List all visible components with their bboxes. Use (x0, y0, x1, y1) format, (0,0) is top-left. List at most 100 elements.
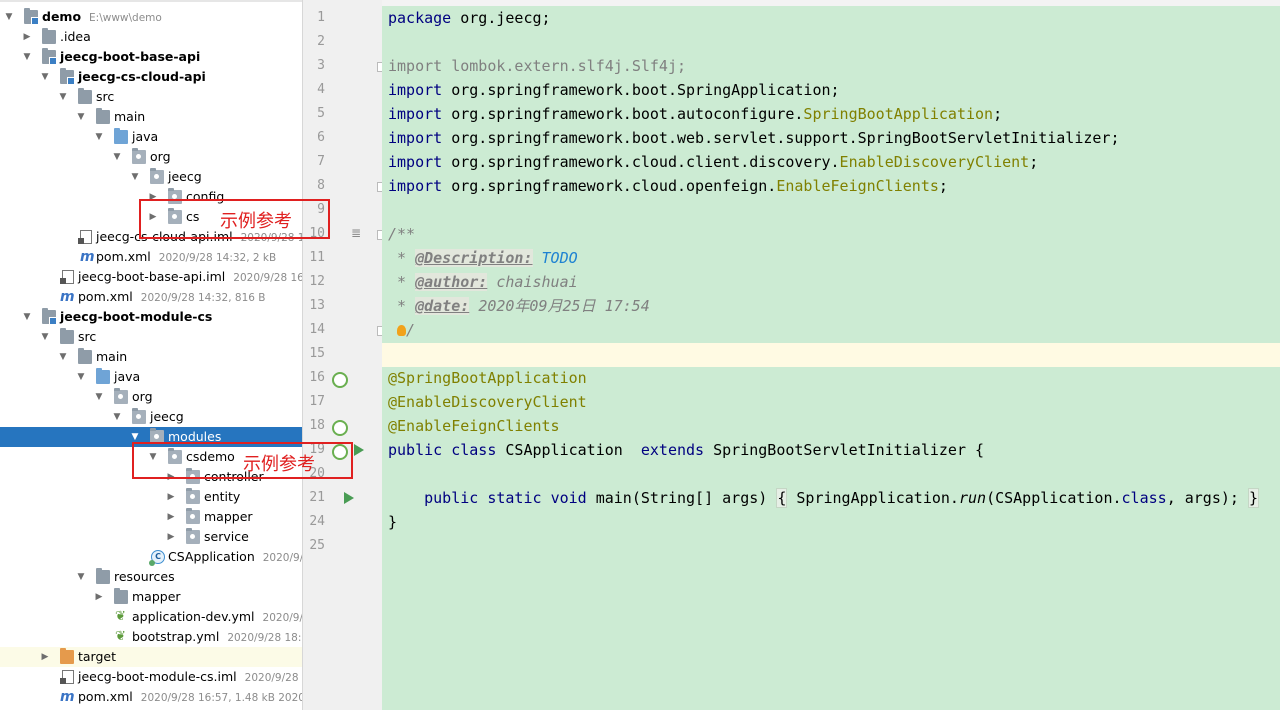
tree-row-main[interactable]: ▼ main (0, 107, 302, 127)
tree-row-pom-3[interactable]: m pom.xml 2020/9/28 16:57, 1.48 kB 2020/9… (0, 687, 302, 707)
tree-row-resources[interactable]: ▼ resources (0, 567, 302, 587)
chevron-down-icon[interactable]: ▼ (40, 67, 50, 87)
tree-row-java[interactable]: ▼ java (0, 127, 302, 147)
chevron-down-icon[interactable]: ▼ (22, 47, 32, 67)
tree-row-demo[interactable]: ▼ demo E:\www\demo (0, 7, 302, 27)
tree-row-res-mapper[interactable]: ▶ mapper (0, 587, 302, 607)
project-tree[interactable]: ▼ demo E:\www\demo ▶ .idea ▼ jeecg-boot-b… (0, 0, 303, 710)
iml-file-icon (60, 670, 74, 684)
source-folder-icon (114, 128, 128, 144)
chevron-down-icon[interactable]: ▼ (58, 347, 68, 367)
chevron-down-icon[interactable]: ▼ (4, 7, 14, 27)
line-number: 4 (317, 82, 325, 97)
keyword: static (487, 489, 542, 507)
run-icon[interactable] (354, 444, 364, 456)
tree-row-jeecg[interactable]: ▼ jeecg (0, 167, 302, 187)
doc-tag: @date: (415, 297, 470, 315)
tree-row-base-api[interactable]: ▼ jeecg-boot-base-api (0, 47, 302, 67)
chevron-down-icon[interactable]: ▼ (22, 307, 32, 327)
tree-row-module-cs[interactable]: ▼ jeecg-boot-module-cs (0, 307, 302, 327)
tree-row-csapplication[interactable]: C CSApplication 2020/9/2 (0, 547, 302, 567)
code-line-16[interactable]: @SpringBootApplication (388, 366, 587, 390)
spring-bean-icon[interactable] (332, 420, 348, 436)
tree-row-org[interactable]: ▼ org (0, 147, 302, 167)
code-line-6[interactable]: import org.springframework.boot.web.serv… (388, 126, 1120, 150)
iml-file-icon (78, 230, 92, 244)
code-line-24[interactable]: } (388, 510, 397, 534)
folded-brace[interactable]: { (776, 488, 788, 508)
tree-row-bootstrap-yml[interactable]: ❦ bootstrap.yml 2020/9/28 18:15 (0, 627, 302, 647)
tree-row-service[interactable]: ▶ service (0, 527, 302, 547)
folder-icon (42, 28, 56, 44)
tree-row-src[interactable]: ▼ src (0, 87, 302, 107)
tree-row-idea[interactable]: ▶ .idea (0, 27, 302, 47)
chevron-down-icon[interactable]: ▼ (130, 167, 140, 187)
code-line-4[interactable]: import org.springframework.boot.SpringAp… (388, 78, 840, 102)
chevron-down-icon[interactable]: ▼ (58, 87, 68, 107)
tree-row-src-2[interactable]: ▼ src (0, 327, 302, 347)
chevron-down-icon[interactable]: ▼ (94, 127, 104, 147)
code-line-8[interactable]: import org.springframework.cloud.openfei… (388, 174, 948, 198)
line-number: 5 (317, 106, 325, 121)
doc-render-icon[interactable]: ≣ (351, 226, 361, 240)
code-line-14[interactable]: / (388, 318, 415, 342)
tree-row-pom-2[interactable]: m pom.xml 2020/9/28 14:32, 816 B (0, 287, 302, 307)
spring-leaf-icon: ❦ (115, 609, 126, 624)
chevron-down-icon[interactable]: ▼ (112, 147, 122, 167)
code-line-5[interactable]: import org.springframework.boot.autoconf… (388, 102, 1002, 126)
chevron-down-icon[interactable]: ▼ (94, 387, 104, 407)
chevron-down-icon[interactable]: ▼ (76, 567, 86, 587)
tree-row-mapper[interactable]: ▶ mapper (0, 507, 302, 527)
tree-row-module-cs-iml[interactable]: jeecg-boot-module-cs.iml 2020/9/28 16 (0, 667, 302, 687)
tree-row-target[interactable]: ▶ target (0, 647, 302, 667)
tree-row-pom-1[interactable]: m pom.xml 2020/9/28 14:32, 2 kB (0, 247, 302, 267)
file-meta: 2020/9/28 16 (244, 672, 302, 684)
keyword: import (388, 81, 443, 99)
chevron-right-icon[interactable]: ▶ (166, 487, 176, 507)
tree-row-java-2[interactable]: ▼ java (0, 367, 302, 387)
chevron-right-icon[interactable]: ▶ (40, 647, 50, 667)
chevron-right-icon[interactable]: ▶ (94, 587, 104, 607)
chevron-down-icon[interactable]: ▼ (76, 107, 86, 127)
chevron-down-icon[interactable]: ▼ (40, 327, 50, 347)
code-line-10[interactable]: /** (388, 222, 415, 246)
code-line-1[interactable]: package org.jeecg; (388, 6, 551, 30)
run-icon[interactable] (344, 492, 354, 504)
code-line-7[interactable]: import org.springframework.cloud.client.… (388, 150, 1038, 174)
code-line-13[interactable]: * @date: 2020年09月25日 17:54 (388, 294, 650, 318)
doc-end: / (406, 321, 416, 339)
chevron-down-icon[interactable]: ▼ (76, 367, 86, 387)
tree-row-application-dev-yml[interactable]: ❦ application-dev.yml 2020/9/28 (0, 607, 302, 627)
chevron-right-icon[interactable]: ▶ (166, 527, 176, 547)
code-line-17[interactable]: @EnableDiscoveryClient (388, 390, 587, 414)
tree-label: jeecg (168, 169, 202, 184)
lightbulb-icon[interactable] (397, 325, 407, 336)
code-line-12[interactable]: * @author: chaishuai (388, 270, 578, 294)
code-line-21[interactable]: public static void main(String[] args) {… (388, 486, 1259, 510)
tree-row-org-2[interactable]: ▼ org (0, 387, 302, 407)
module-folder-icon (42, 48, 57, 65)
code-editor[interactable]: package org.jeecg; import lombok.extern.… (382, 0, 1280, 710)
code-text: org.springframework.cloud.openfeign. (442, 177, 777, 195)
tree-row-main-2[interactable]: ▼ main (0, 347, 302, 367)
module-folder-icon (60, 68, 75, 85)
keyword: class (1121, 489, 1167, 507)
code-line-19[interactable]: public class CSApplication extends Sprin… (388, 438, 984, 462)
tree-row-base-api-iml[interactable]: jeecg-boot-base-api.iml 2020/9/28 16:5 (0, 267, 302, 287)
keyword: package (388, 9, 452, 27)
tree-row-entity[interactable]: ▶ entity (0, 487, 302, 507)
tree-label: jeecg-cs-cloud-api (78, 69, 206, 84)
annotation-ref: EnableDiscoveryClient (839, 153, 1030, 171)
keyword: class (451, 441, 497, 459)
chevron-right-icon[interactable]: ▶ (22, 27, 32, 47)
code-line-11[interactable]: * @Description: TODO (388, 246, 578, 270)
folded-brace[interactable]: } (1247, 488, 1259, 508)
chevron-down-icon[interactable]: ▼ (112, 407, 122, 427)
chevron-right-icon[interactable]: ▶ (166, 507, 176, 527)
tree-row-jeecg-2[interactable]: ▼ jeecg (0, 407, 302, 427)
code-line-3[interactable]: import lombok.extern.slf4j.Slf4j; (388, 54, 686, 78)
code-line-18[interactable]: @EnableFeignClients (388, 414, 560, 438)
keyword: import (388, 153, 443, 171)
tree-row-cs-cloud-api[interactable]: ▼ jeecg-cs-cloud-api (0, 67, 302, 87)
spring-bean-icon[interactable] (332, 372, 348, 388)
